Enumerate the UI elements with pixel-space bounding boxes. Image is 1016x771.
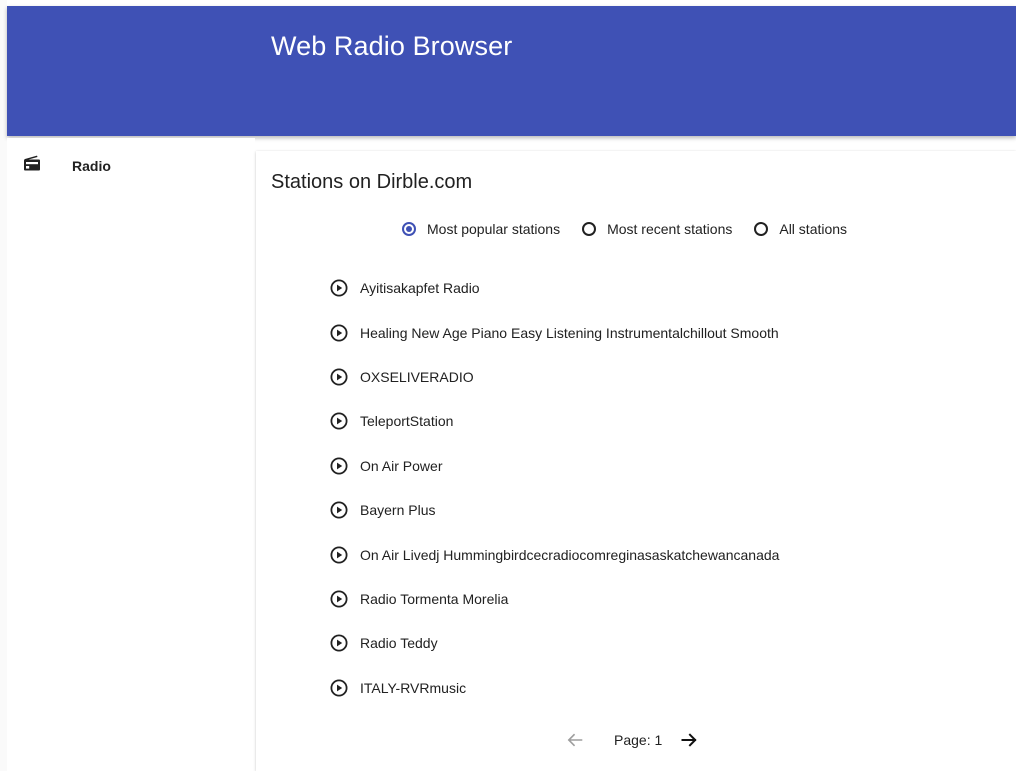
page-indicator: Page: 1 — [614, 732, 663, 748]
station-name: Healing New Age Piano Easy Listening Ins… — [360, 324, 779, 341]
play-circle-icon[interactable] — [330, 412, 348, 430]
page-title: Stations on Dirble.com — [271, 171, 473, 193]
station-name: On Air Livedj Hummingbirdcecradiocomregi… — [360, 546, 780, 563]
radio-button[interactable] — [754, 222, 769, 236]
play-circle-icon[interactable] — [330, 368, 348, 386]
station-list: Ayitisakapfet Radio Healing New Age Pian… — [330, 266, 990, 710]
play-circle-icon[interactable] — [330, 590, 348, 608]
window-edge — [0, 0, 7, 771]
pagination: Page: 1 — [566, 729, 698, 751]
app-bar: Web Radio Browser — [7, 6, 1016, 136]
station-item[interactable]: TeleportStation — [330, 399, 990, 443]
play-circle-icon[interactable] — [330, 634, 348, 652]
play-circle-icon[interactable] — [330, 457, 348, 475]
app-title: Web Radio Browser — [271, 31, 513, 61]
station-name: OXSELIVERADIO — [360, 368, 474, 385]
app-root: Web Radio Browser Radio Stations on Dirb… — [0, 0, 1016, 771]
station-item[interactable]: Radio Tormenta Morelia — [330, 577, 990, 621]
radio-button-checked[interactable] — [402, 222, 416, 236]
station-name: On Air Power — [360, 457, 443, 474]
play-circle-icon[interactable] — [330, 501, 348, 519]
station-item[interactable]: ITALY-RVRmusic — [330, 666, 990, 710]
station-item[interactable]: Bayern Plus — [330, 488, 990, 532]
filter-all-stations[interactable]: All stations — [754, 221, 847, 237]
radio-button[interactable] — [582, 222, 597, 236]
sidebar-item-label: Radio — [72, 158, 111, 174]
station-item[interactable]: Radio Teddy — [330, 621, 990, 665]
station-item[interactable]: Ayitisakapfet Radio — [330, 266, 990, 310]
sidebar-item-radio[interactable]: Radio — [7, 148, 255, 188]
station-name: Radio Teddy — [360, 635, 438, 652]
station-name: TeleportStation — [360, 413, 454, 430]
filter-label: All stations — [779, 221, 848, 237]
station-item[interactable]: OXSELIVERADIO — [330, 355, 990, 399]
station-filter-group: Most popular stations Most recent statio… — [402, 219, 847, 239]
arrow-left-icon[interactable] — [566, 731, 584, 749]
sidebar: Radio — [7, 138, 255, 771]
filter-label: Most recent stations — [607, 221, 733, 237]
station-item[interactable]: On Air Power — [330, 444, 990, 488]
play-circle-icon[interactable] — [330, 546, 348, 564]
station-item[interactable]: On Air Livedj Hummingbirdcecradiocomregi… — [330, 532, 990, 576]
filter-label: Most popular stations — [427, 221, 561, 237]
play-circle-icon[interactable] — [330, 279, 348, 297]
radio-icon — [24, 155, 40, 171]
station-name: ITALY-RVRmusic — [360, 679, 467, 696]
play-circle-icon[interactable] — [330, 679, 348, 697]
arrow-right-icon[interactable] — [680, 731, 698, 749]
play-circle-icon[interactable] — [330, 324, 348, 342]
station-name: Ayitisakapfet Radio — [360, 280, 480, 297]
station-name: Bayern Plus — [360, 502, 436, 519]
filter-most-popular[interactable]: Most popular stations — [402, 221, 560, 237]
station-name: Radio Tormenta Morelia — [360, 590, 509, 607]
stations-card: Stations on Dirble.com Most popular stat… — [256, 151, 1016, 771]
station-item[interactable]: Healing New Age Piano Easy Listening Ins… — [330, 310, 990, 354]
filter-most-recent[interactable]: Most recent stations — [582, 221, 732, 237]
